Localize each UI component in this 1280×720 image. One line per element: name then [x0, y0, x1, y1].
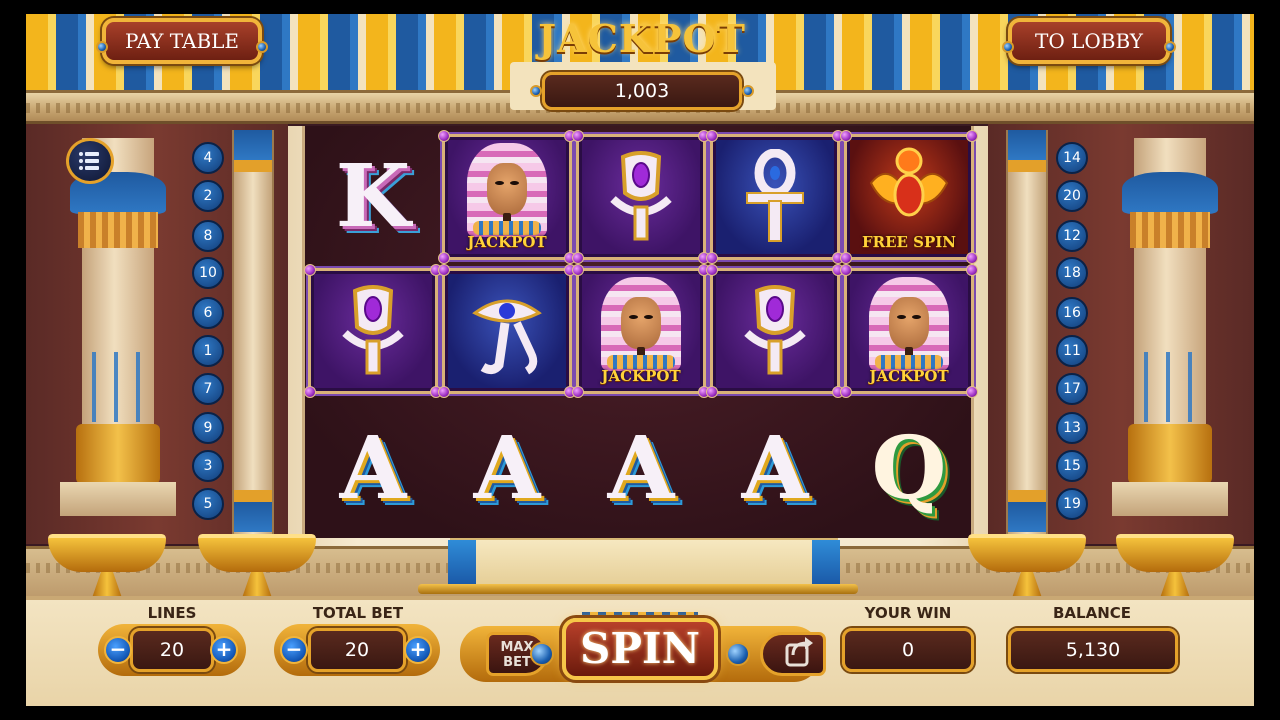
gem-ornament: [1164, 41, 1176, 53]
right-thin-column: [1006, 130, 1048, 546]
lines-value: 20: [130, 628, 214, 672]
left-lotus-pillar: [60, 138, 176, 538]
payline-badge[interactable]: 9: [192, 412, 224, 444]
payline-badge[interactable]: 15: [1056, 450, 1088, 482]
reel-symbol-pharaoh: JACKPOT: [840, 264, 978, 398]
tray-rail: [418, 584, 858, 594]
reel-symbol-ankh-purple: [706, 264, 844, 398]
gem-ornament: [742, 85, 754, 97]
reel-symbol-a: A: [576, 406, 706, 532]
a-symbol: A: [473, 418, 541, 519]
reel-symbol-k: K: [308, 134, 438, 260]
reel-symbol-pharaoh: JACKPOT: [572, 264, 710, 398]
balance-label: BALANCE: [1052, 604, 1132, 622]
golden-bowl: [198, 534, 316, 600]
payline-badge[interactable]: 2: [192, 180, 224, 212]
pharaoh-icon: [467, 143, 547, 237]
jackpot-caption: JACKPOT: [869, 367, 949, 385]
jackpot-title: JACKPOT: [538, 16, 746, 61]
lines-decrease-button[interactable]: −: [104, 636, 132, 664]
reel-symbol-q: Q: [844, 406, 974, 532]
pharaoh-icon: [869, 277, 949, 371]
ankh-gem-icon: [610, 151, 672, 241]
ankh-gem-icon: [342, 285, 404, 375]
right-lotus-pillar: [1112, 138, 1228, 538]
blue-gem: [726, 642, 750, 666]
payline-badge[interactable]: 18: [1056, 257, 1088, 289]
your-win-label: YOUR WIN: [864, 604, 952, 622]
payline-badge[interactable]: 1: [192, 335, 224, 367]
payline-badge[interactable]: 14: [1056, 142, 1088, 174]
free-spin-caption: FREE SPIN: [861, 233, 957, 251]
a-symbol: A: [741, 418, 809, 519]
golden-bowl: [48, 534, 166, 600]
menu-button[interactable]: [66, 138, 114, 184]
lines-label: LINES: [147, 604, 197, 622]
balance-value: 5,130: [1008, 628, 1178, 672]
total-bet-value: 20: [308, 628, 406, 672]
reel-symbol-ankh-purple: [572, 130, 710, 264]
reel-symbol-eye-of-horus: [438, 264, 576, 398]
payline-badge[interactable]: 7: [192, 373, 224, 405]
menu-list-icon: [79, 152, 99, 170]
payline-badge[interactable]: 6: [192, 297, 224, 329]
scarab-icon: [869, 147, 949, 217]
your-win-value: 0: [842, 628, 974, 672]
gem-ornament: [96, 41, 108, 53]
ankh-gem-icon: [744, 285, 806, 375]
payline-badge[interactable]: 4: [192, 142, 224, 174]
ankh-icon: [746, 149, 804, 242]
k-symbol: K: [335, 146, 411, 247]
payline-badge[interactable]: 20: [1056, 180, 1088, 212]
reel-symbol-scarab: FREE SPIN: [840, 130, 978, 264]
pay-table-button[interactable]: PAY TABLE: [102, 18, 262, 64]
gem-ornament: [530, 85, 542, 97]
gem-ornament: [256, 41, 268, 53]
game-frame: PAY TABLE TO LOBBY JACKPOT 1,003 4 2 8 1…: [26, 14, 1254, 706]
total-bet-label: TOTAL BET: [312, 604, 404, 622]
golden-bowl: [1116, 534, 1234, 600]
payline-badge[interactable]: 17: [1056, 373, 1088, 405]
pharaoh-icon: [601, 277, 681, 371]
q-symbol: Q: [871, 418, 947, 519]
reel-symbol-pharaoh: JACKPOT: [438, 130, 576, 264]
payline-badge[interactable]: 5: [192, 488, 224, 520]
left-thin-column: [232, 130, 274, 546]
reel-symbol-ankh-purple: [304, 264, 442, 398]
payline-badge[interactable]: 13: [1056, 412, 1088, 444]
eye-of-horus-icon: [472, 299, 542, 375]
golden-bowl: [968, 534, 1086, 600]
jackpot-caption: JACKPOT: [467, 233, 547, 251]
payline-badge[interactable]: 3: [192, 450, 224, 482]
reel-tray: [448, 538, 840, 586]
blue-gem: [530, 642, 554, 666]
to-lobby-button[interactable]: TO LOBBY: [1008, 18, 1170, 64]
autoplay-button[interactable]: [760, 632, 826, 676]
lines-increase-button[interactable]: +: [210, 636, 238, 664]
a-symbol: A: [339, 418, 407, 519]
autoplay-arrow-icon: [785, 637, 813, 667]
payline-badge[interactable]: 10: [192, 257, 224, 289]
payline-badge[interactable]: 16: [1056, 297, 1088, 329]
bet-decrease-button[interactable]: −: [280, 636, 308, 664]
spin-button[interactable]: SPIN: [562, 618, 718, 680]
bet-increase-button[interactable]: +: [404, 636, 432, 664]
payline-badge[interactable]: 11: [1056, 335, 1088, 367]
reel-symbol-a: A: [710, 406, 840, 532]
gem-ornament: [1002, 41, 1014, 53]
reel-symbol-a: A: [308, 406, 438, 532]
reel-symbol-ankh-blue: [706, 130, 844, 264]
reel-symbol-a: A: [442, 406, 572, 532]
jackpot-value: 1,003: [542, 72, 742, 110]
a-symbol: A: [607, 418, 675, 519]
payline-badge[interactable]: 12: [1056, 220, 1088, 252]
payline-badge[interactable]: 19: [1056, 488, 1088, 520]
jackpot-caption: JACKPOT: [601, 367, 681, 385]
payline-badge[interactable]: 8: [192, 220, 224, 252]
